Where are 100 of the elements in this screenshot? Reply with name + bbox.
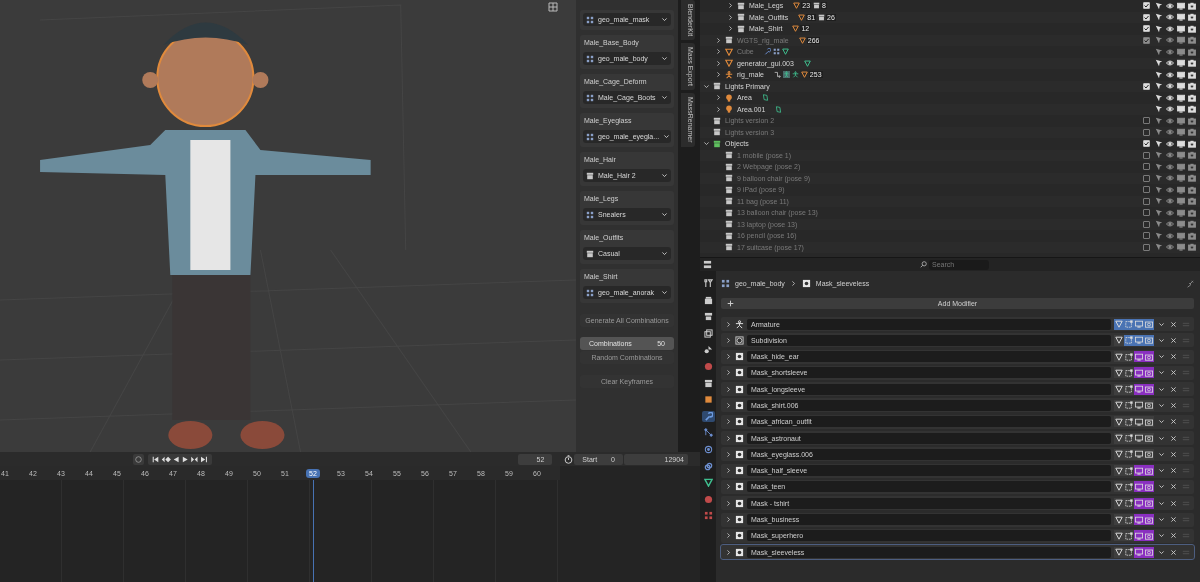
monitor-icon[interactable] <box>1177 162 1185 171</box>
checkbox[interactable] <box>1143 2 1150 10</box>
checkbox[interactable] <box>1143 174 1150 182</box>
checkbox[interactable] <box>1143 140 1150 148</box>
stopwatch-icon[interactable] <box>564 454 574 464</box>
render-toggle[interactable] <box>1144 334 1154 346</box>
on-cage-toggle[interactable] <box>1114 448 1124 460</box>
eye-icon[interactable] <box>1166 105 1174 114</box>
on-cage-toggle[interactable] <box>1114 416 1124 428</box>
eye-icon[interactable] <box>1166 59 1174 68</box>
monitor-icon[interactable] <box>1177 185 1185 194</box>
render-toggle[interactable] <box>1144 448 1154 460</box>
record-button[interactable] <box>133 453 144 465</box>
on-cage-toggle[interactable] <box>1114 334 1124 346</box>
camera-icon[interactable] <box>1188 70 1196 79</box>
render-toggle[interactable] <box>1144 481 1154 493</box>
close-button[interactable] <box>1169 400 1178 411</box>
checkbox[interactable] <box>1143 25 1150 33</box>
edit-mode-toggle[interactable] <box>1124 497 1134 509</box>
properties-tab[interactable] <box>701 427 715 439</box>
render-toggle[interactable] <box>1144 546 1154 558</box>
on-cage-toggle[interactable] <box>1114 432 1124 444</box>
edit-mode-toggle[interactable] <box>1124 432 1134 444</box>
render-toggle[interactable] <box>1144 351 1154 363</box>
edit-mode-toggle[interactable] <box>1124 465 1134 477</box>
camera-icon[interactable] <box>1188 93 1196 102</box>
eye-icon[interactable] <box>1166 139 1174 148</box>
edit-mode-toggle[interactable] <box>1124 367 1134 379</box>
on-cage-toggle[interactable] <box>1114 546 1124 558</box>
chevron-icon[interactable] <box>703 140 710 148</box>
edit-mode-toggle[interactable] <box>1124 383 1134 395</box>
on-cage-toggle[interactable] <box>1114 318 1124 330</box>
properties-tab[interactable] <box>701 410 715 422</box>
checkbox[interactable] <box>1143 232 1150 240</box>
camera-icon[interactable] <box>1188 185 1196 194</box>
viewport-toggle[interactable] <box>1134 351 1144 363</box>
viewport-toggle[interactable] <box>1134 383 1144 395</box>
monitor-icon[interactable] <box>1177 208 1185 217</box>
camera-icon[interactable] <box>1188 231 1196 240</box>
camera-icon[interactable] <box>1188 208 1196 217</box>
viewport-toggle[interactable] <box>1134 465 1144 477</box>
playback-controls[interactable] <box>148 453 212 465</box>
eye-icon[interactable] <box>1166 162 1174 171</box>
on-cage-toggle[interactable] <box>1114 497 1124 509</box>
render-toggle[interactable] <box>1144 416 1154 428</box>
on-cage-toggle[interactable] <box>1114 530 1124 542</box>
edit-mode-toggle[interactable] <box>1124 530 1134 542</box>
render-toggle[interactable] <box>1144 432 1154 444</box>
render-toggle[interactable] <box>1144 400 1154 411</box>
monitor-icon[interactable] <box>1177 13 1185 22</box>
edit-mode-toggle[interactable] <box>1124 481 1134 493</box>
checkbox[interactable] <box>1143 243 1150 251</box>
monitor-icon[interactable] <box>1177 82 1185 91</box>
grid-icon[interactable] <box>548 2 558 12</box>
viewport-toggle[interactable] <box>1134 367 1144 379</box>
edit-mode-toggle[interactable] <box>1124 546 1134 558</box>
camera-icon[interactable] <box>1188 13 1196 22</box>
checkbox[interactable] <box>1143 36 1150 44</box>
camera-icon[interactable] <box>1188 162 1196 171</box>
edit-mode-toggle[interactable] <box>1124 514 1134 526</box>
viewport-toggle[interactable] <box>1134 514 1144 526</box>
checkbox[interactable] <box>1143 197 1150 205</box>
eye-icon[interactable] <box>1166 185 1174 194</box>
camera-icon[interactable] <box>1188 1 1196 10</box>
render-toggle[interactable] <box>1144 530 1154 542</box>
render-toggle[interactable] <box>1144 367 1154 379</box>
checkbox[interactable] <box>1143 220 1150 228</box>
viewport-toggle[interactable] <box>1134 497 1144 509</box>
viewport-toggle[interactable] <box>1134 530 1144 542</box>
on-cage-toggle[interactable] <box>1114 481 1124 493</box>
monitor-icon[interactable] <box>1177 70 1185 79</box>
checkbox[interactable] <box>1143 163 1150 171</box>
monitor-icon[interactable] <box>1177 105 1185 114</box>
eye-icon[interactable] <box>1166 231 1174 240</box>
eye-icon[interactable] <box>1166 116 1174 125</box>
viewport-toggle[interactable] <box>1134 318 1144 330</box>
monitor-icon[interactable] <box>1177 93 1185 102</box>
on-cage-toggle[interactable] <box>1114 367 1124 379</box>
eye-icon[interactable] <box>1166 24 1174 33</box>
monitor-icon[interactable] <box>1177 59 1185 68</box>
viewport-toggle[interactable] <box>1134 546 1144 558</box>
camera-icon[interactable] <box>1188 82 1196 91</box>
camera-icon[interactable] <box>1188 24 1196 33</box>
viewport-toggle[interactable] <box>1134 416 1144 428</box>
eye-icon[interactable] <box>1166 1 1174 10</box>
camera-icon[interactable] <box>1188 47 1196 56</box>
on-cage-toggle[interactable] <box>1114 514 1124 526</box>
checkbox[interactable] <box>1143 128 1150 136</box>
viewport-toggle[interactable] <box>1134 334 1144 346</box>
checkbox[interactable] <box>1143 82 1150 90</box>
edit-mode-toggle[interactable] <box>1124 400 1134 411</box>
eye-icon[interactable] <box>1166 208 1174 217</box>
render-toggle[interactable] <box>1144 497 1154 509</box>
properties-tab[interactable] <box>701 477 715 489</box>
eye-icon[interactable] <box>1166 93 1174 102</box>
properties-tab[interactable] <box>701 327 715 339</box>
edit-mode-toggle[interactable] <box>1124 334 1134 346</box>
edit-mode-toggle[interactable] <box>1124 318 1134 330</box>
render-toggle[interactable] <box>1144 383 1154 395</box>
edit-mode-toggle[interactable] <box>1124 448 1134 460</box>
